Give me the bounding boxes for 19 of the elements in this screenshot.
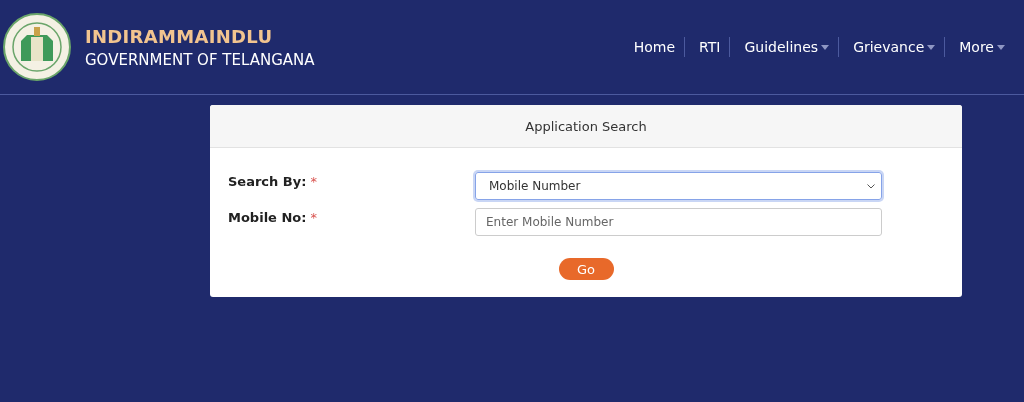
field-label: Search By: <box>228 174 307 189</box>
site-title: INDIRAMMAINDLU <box>85 25 274 47</box>
nav-link[interactable]: Grievance <box>838 37 945 57</box>
caret-icon <box>927 44 936 50</box>
required-mark: * <box>310 174 317 189</box>
search-by-select[interactable]: Mobile Number <box>475 172 882 200</box>
caret-icon <box>997 44 1005 50</box>
caret-icon <box>821 44 830 50</box>
nav-link[interactable]: Guidelines <box>729 37 839 57</box>
field-label: Mobile No: <box>228 210 307 225</box>
card-title: Application Search <box>525 118 647 134</box>
nav-link[interactable]: Home <box>619 37 685 57</box>
mobile-number-field[interactable]: Enter Mobile Number <box>475 208 882 236</box>
chevron-down-icon <box>867 183 875 189</box>
required-mark: * <box>310 210 317 225</box>
nav-link[interactable]: More <box>944 37 1014 57</box>
nav-link[interactable]: RTI <box>684 37 730 57</box>
site-subtitle: GOVERNMENT OF TELANGANA <box>85 50 315 69</box>
emblem-icon <box>3 13 71 81</box>
